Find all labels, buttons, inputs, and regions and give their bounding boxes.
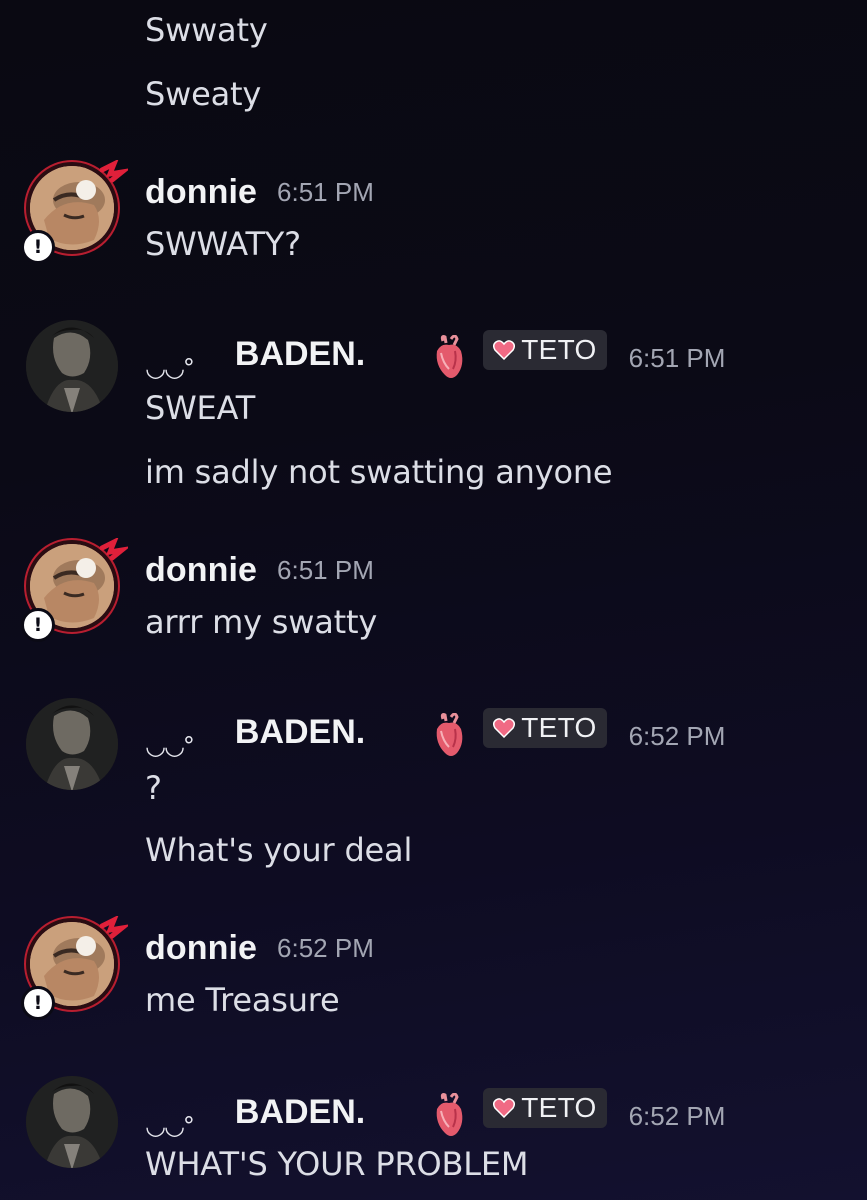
baden-avatar-icon[interactable] [24,318,120,414]
message-line: me Treasure [145,981,340,1019]
role-label: TETO [521,712,597,743]
pink-heart-icon [493,340,516,361]
username[interactable]: BADEN. [235,1093,365,1132]
message-line: Swwaty [145,11,268,49]
role-tag[interactable]: TETO [483,708,607,748]
message-line: Sweaty [145,75,262,113]
username[interactable]: BADEN. [235,335,365,374]
message-line: SWEAT [145,389,256,427]
message-line: ? [145,769,162,807]
timestamp: 6:51 PM [277,176,374,207]
username-decoration: ◡◡° [145,354,195,382]
message-line: What's your deal [145,831,413,869]
username[interactable]: donnie [145,551,257,590]
username[interactable]: BADEN. [235,713,365,752]
role-label: TETO [521,1092,597,1123]
username-decoration: ◡◡° [145,1112,195,1140]
message-line: arrr my swatty [145,603,378,641]
username[interactable]: donnie [145,173,257,212]
exclamation-badge-icon: ! [21,608,55,642]
timestamp: 6:52 PM [277,932,374,963]
timestamp: 6:51 PM [628,342,726,373]
exclamation-badge-icon: ! [21,986,55,1020]
baden-avatar-icon[interactable] [24,696,120,792]
timestamp: 6:52 PM [628,720,726,751]
anatomical-heart-icon [431,712,467,759]
username[interactable]: donnie [145,929,257,968]
pink-heart-icon [493,718,516,739]
anatomical-heart-icon [431,334,467,381]
message-line: im sadly not swatting anyone [145,453,613,491]
pink-heart-icon [493,1098,516,1119]
exclamation-badge-icon: ! [21,230,55,264]
message-line: SWWATY? [145,225,301,263]
role-tag[interactable]: TETO [483,1088,607,1128]
timestamp: 6:52 PM [628,1100,726,1131]
role-label: TETO [521,334,597,365]
timestamp: 6:51 PM [277,554,374,585]
role-tag[interactable]: TETO [483,330,607,370]
baden-avatar-icon[interactable] [24,1074,120,1170]
username-decoration: ◡◡° [145,732,195,760]
anatomical-heart-icon [431,1092,467,1139]
message-line: WHAT'S YOUR PROBLEM [145,1145,529,1183]
